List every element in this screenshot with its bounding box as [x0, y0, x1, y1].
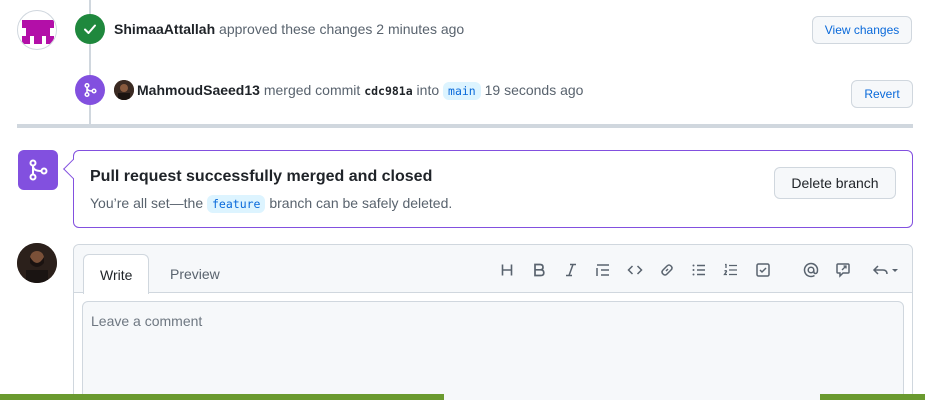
- task-list-icon[interactable]: [754, 261, 772, 279]
- merge-event: MahmoudSaeed13 merged commit cdc981a int…: [137, 82, 584, 100]
- merged-subtitle: You’re all set—the feature branch can be…: [90, 195, 453, 213]
- approval-time[interactable]: 2 minutes ago: [376, 21, 464, 37]
- commit-sha[interactable]: cdc981a: [364, 84, 412, 98]
- tab-preview[interactable]: Preview: [154, 254, 236, 294]
- comment-textarea[interactable]: Leave a comment: [82, 301, 904, 400]
- merge-time[interactable]: 19 seconds ago: [485, 82, 584, 98]
- mention-icon[interactable]: [802, 261, 820, 279]
- bottom-bar-right: [820, 394, 925, 400]
- merge-action: merged commit: [263, 82, 361, 98]
- approved-badge: [75, 14, 105, 44]
- tab-write[interactable]: Write: [83, 254, 150, 294]
- current-user-avatar[interactable]: [17, 243, 57, 283]
- merged-badge: [75, 75, 105, 105]
- italic-icon[interactable]: [562, 261, 580, 279]
- user-photo-icon: [17, 243, 57, 283]
- approval-author[interactable]: ShimaaAttallah: [114, 21, 215, 37]
- approval-event: ShimaaAttallah approved these changes 2 …: [114, 21, 464, 37]
- delete-branch-button[interactable]: Delete branch: [774, 167, 896, 199]
- merge-author[interactable]: MahmoudSaeed13: [137, 82, 260, 98]
- ordered-list-icon[interactable]: [722, 261, 740, 279]
- base-branch[interactable]: main: [443, 82, 481, 100]
- check-icon: [84, 24, 96, 34]
- approval-action: approved these changes: [219, 21, 373, 37]
- git-merge-icon: [29, 159, 48, 181]
- bold-icon[interactable]: [530, 261, 548, 279]
- revert-button[interactable]: Revert: [851, 80, 913, 108]
- merged-status-icon: [18, 150, 58, 190]
- comment-box: Write Preview Leave a comment: [73, 244, 913, 400]
- merged-sub-suffix: branch can be safely deleted.: [269, 195, 453, 211]
- quote-icon[interactable]: [594, 261, 612, 279]
- identicon-icon: [22, 20, 54, 44]
- merged-sub-prefix: You’re all set—the: [90, 195, 204, 211]
- reference-icon[interactable]: [834, 261, 852, 279]
- merge-into: into: [416, 82, 440, 98]
- user-photo-icon: [114, 80, 134, 100]
- box-pointer: [63, 159, 83, 179]
- unordered-list-icon[interactable]: [690, 261, 708, 279]
- link-icon[interactable]: [658, 261, 676, 279]
- timeline-divider: [17, 124, 913, 128]
- view-changes-button[interactable]: View changes: [812, 16, 912, 44]
- merged-status-box: Pull request successfully merged and clo…: [63, 150, 913, 228]
- code-icon[interactable]: [626, 261, 644, 279]
- bottom-bar-left: [0, 394, 444, 400]
- avatar-mahmoudsaeed13[interactable]: [114, 80, 134, 100]
- git-merge-icon: [84, 82, 97, 98]
- avatar-shimaaattallah[interactable]: [17, 10, 57, 50]
- heading-icon[interactable]: [498, 261, 516, 279]
- comment-header: Write Preview: [74, 245, 912, 294]
- merged-title: Pull request successfully merged and clo…: [90, 168, 433, 185]
- head-branch[interactable]: feature: [207, 195, 266, 213]
- undo-icon[interactable]: [872, 261, 900, 279]
